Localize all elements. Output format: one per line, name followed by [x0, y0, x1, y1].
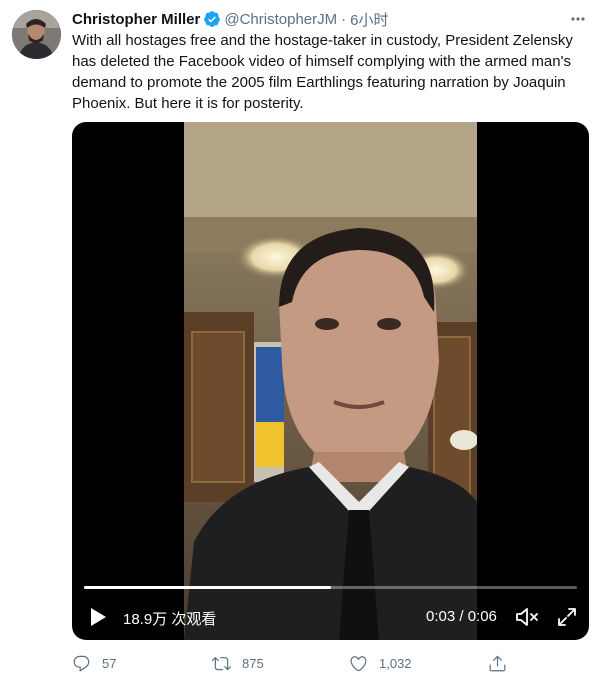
tweet-time[interactable]: 6小时 — [350, 9, 388, 30]
author-handle[interactable]: @ChristopherJM — [224, 11, 337, 28]
play-icon[interactable] — [88, 606, 108, 628]
volume-muted-icon[interactable] — [515, 606, 541, 628]
video-frame — [184, 122, 477, 640]
like-button[interactable]: 1,032 — [349, 652, 412, 674]
video-controls: 18.9万 次观看 0:03 / 0:06 — [72, 580, 589, 640]
like-icon — [350, 655, 367, 671]
like-count: 1,032 — [379, 655, 412, 671]
more-icon[interactable] — [568, 9, 588, 29]
reply-icon — [73, 655, 90, 671]
tweet-actions: 57 875 1,032 — [72, 652, 572, 674]
tweet-header: Christopher Miller @ChristopherJM · 6小时 — [72, 9, 388, 29]
verified-badge-icon — [203, 10, 221, 28]
tweet-text: With all hostages free and the hostage-t… — [72, 32, 573, 112]
view-count: 18.9万 次观看 — [123, 611, 217, 628]
progress-fill — [84, 586, 331, 589]
tweet: Christopher Miller @ChristopherJM · 6小时 … — [0, 0, 600, 681]
progress-bar[interactable] — [84, 586, 577, 589]
fullscreen-icon[interactable] — [556, 606, 578, 628]
separator-dot: · — [341, 10, 347, 28]
retweet-icon — [212, 656, 231, 670]
reply-count: 57 — [102, 655, 117, 671]
timecode: 0:03 / 0:06 — [426, 608, 497, 625]
avatar[interactable] — [12, 10, 61, 59]
reply-button[interactable]: 57 — [72, 652, 116, 674]
author-name[interactable]: Christopher Miller — [72, 11, 200, 28]
share-button[interactable] — [488, 652, 518, 674]
retweet-count: 875 — [242, 655, 264, 671]
video-player[interactable]: 18.9万 次观看 0:03 / 0:06 — [72, 122, 589, 640]
share-icon — [489, 655, 506, 671]
retweet-button[interactable]: 875 — [212, 652, 264, 674]
